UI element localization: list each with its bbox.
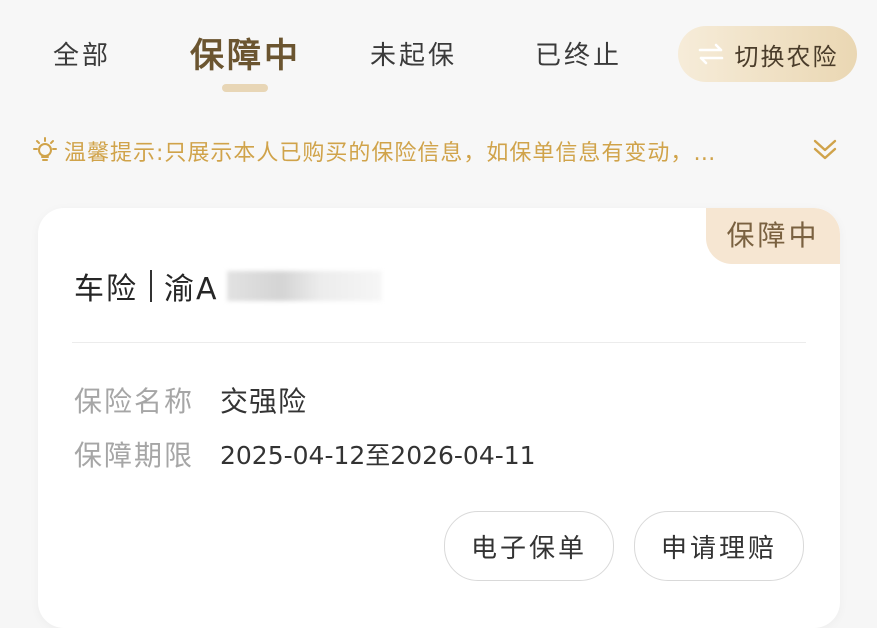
policy-card[interactable]: 保障中 车险 渝A 保险名称 交强险 保障期限 2025-04-12至2026-…	[38, 208, 840, 628]
switch-agri-insurance-button[interactable]: 切换农险	[678, 26, 857, 82]
card-divider	[72, 342, 806, 343]
insurance-name-row: 保险名称 交强险	[74, 380, 307, 420]
lightbulb-icon	[30, 136, 60, 166]
e-policy-button[interactable]: 电子保单	[444, 511, 614, 581]
swap-arrows-icon	[697, 43, 725, 65]
card-actions: 电子保单 申请理赔	[444, 511, 804, 581]
title-divider	[150, 270, 152, 302]
policy-type: 车险	[74, 272, 138, 307]
notice-bar: 温馨提示:只展示本人已购买的保险信息，如保单信息有变动，…	[30, 128, 850, 174]
policy-title: 车险 渝A	[74, 264, 382, 308]
coverage-period-row: 保障期限 2025-04-12至2026-04-11	[74, 434, 536, 474]
tab-all[interactable]: 全部	[52, 28, 112, 84]
status-badge: 保障中	[706, 208, 840, 264]
plate-number-prefix: 渝A	[164, 272, 219, 307]
coverage-period-label: 保障期限	[74, 439, 195, 472]
tab-in-force[interactable]: 保障中	[190, 28, 300, 84]
tab-not-started[interactable]: 未起保	[370, 28, 455, 84]
policy-status-tabs: 全部 保障中 未起保 已终止 切换农险	[0, 0, 877, 110]
apply-claim-button[interactable]: 申请理赔	[634, 511, 804, 581]
switch-button-label: 切换农险	[734, 42, 839, 71]
notice-text: 温馨提示:只展示本人已购买的保险信息，如保单信息有变动，…	[64, 141, 717, 166]
double-chevron-down-icon[interactable]	[810, 136, 840, 164]
insurance-name-label: 保险名称	[74, 385, 195, 418]
plate-number-masked	[226, 271, 382, 301]
insurance-name-value: 交强险	[220, 385, 308, 418]
active-tab-indicator	[222, 84, 268, 92]
tab-terminated[interactable]: 已终止	[535, 28, 620, 84]
coverage-period-value: 2025-04-12至2026-04-11	[220, 441, 536, 470]
